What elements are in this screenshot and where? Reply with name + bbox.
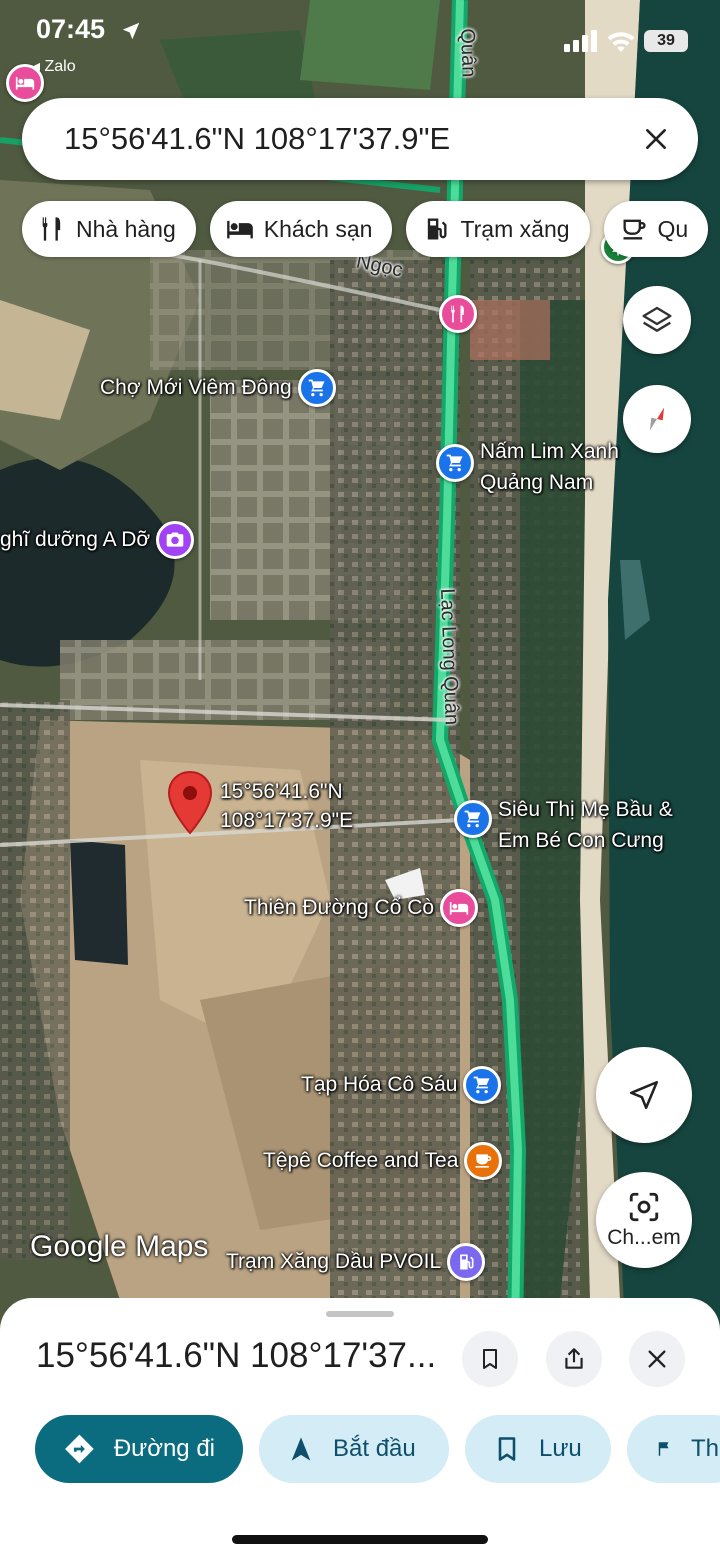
poi-label: Chợ Mới Viêm Đông [100,376,292,399]
back-to-app[interactable]: ◂ Zalo [32,56,76,76]
action-label: Đường đi [113,1435,215,1462]
poi-nghi-duong-a-do[interactable]: ghĩ dưỡng A Dỡ [0,521,195,559]
clear-search-button[interactable] [626,109,686,169]
save-bookmark-button[interactable] [462,1331,518,1387]
home-indicator[interactable] [232,1535,488,1544]
poi-sieu-thi-con-cung[interactable]: Siêu Thị Mẹ Bầu & Em Bé Con Cưng [454,794,673,856]
pin-lat: 15°56'41.6"N [220,780,343,803]
chip-label: Qu [657,215,689,242]
poi-label-line: Siêu Thị Mẹ Bầu & [498,798,673,821]
layers-button[interactable] [623,286,691,354]
compass-button[interactable] [623,385,691,453]
navigation-icon [291,1437,311,1461]
restaurant-icon [439,295,477,333]
search-query[interactable]: 15°56'41.6"N 108°17'37.9"E [64,121,626,157]
camera-icon [156,521,195,559]
poi-label-line: Nấm Lim Xanh [480,440,619,463]
chip-hotels[interactable]: Khách sạn [209,201,393,257]
start-button[interactable]: Bắt đầu [259,1415,449,1483]
share-icon [565,1348,583,1369]
poi-tap-hoa-co-sau[interactable]: Tạp Hóa Cô Sáu [301,1066,502,1104]
action-label: Lưu [539,1435,582,1462]
google-maps-watermark: Google Maps [30,1230,209,1263]
chip-label: Khách sạn [263,215,373,242]
compass-icon [649,407,665,431]
action-label: Bắt đầu [333,1435,416,1462]
save-button[interactable]: Lưu [465,1415,611,1483]
poi-label: Tạp Hóa Cô Sáu [301,1073,458,1096]
map-view[interactable]: Lạc Long Quân Quân Ngọc Chợ Mới Viêm Đôn… [0,0,720,1330]
chip-restaurants[interactable]: Nhà hàng [22,201,196,257]
poi-label: Tệpê Coffee and Tea [263,1149,459,1172]
flag-icon [658,1442,669,1456]
shopping-cart-icon [436,444,474,482]
poi-tepe-coffee[interactable]: Tệpê Coffee and Tea [263,1142,503,1180]
poi-label: Siêu Thị Mẹ Bầu & Em Bé Con Cưng [498,794,673,856]
dropped-pin-label: 15°56'41.6"N 108°17'37.9"E [220,777,353,835]
coffee-icon [623,219,646,240]
poi-label: Nấm Lim Xanh Quảng Nam [480,436,619,498]
poi-label: Trạm Xăng Dầu PVOIL [226,1250,442,1273]
signal-icon [564,30,597,52]
poi-label: Thiên Đường Cổ Cò [244,896,435,919]
back-app-name: Zalo [44,58,76,75]
poi-thien-duong-co-co[interactable]: Thiên Đường Cổ Cò [244,889,479,927]
status-bar: 07:45 ◂ Zalo 39 [0,0,720,75]
wifi-icon [607,32,635,52]
directions-icon [65,1434,94,1464]
place-bottom-sheet[interactable]: 15°56'41.6"N 108°17'37... Đường đi Bắt đ… [0,1298,720,1558]
chip-label: Nhà hàng [76,215,176,242]
hotel-icon [226,220,253,239]
dropped-pin[interactable] [166,770,214,836]
camera-lens-icon [629,1192,659,1222]
shopping-cart-icon [297,369,336,407]
poi-nam-lim-xanh[interactable]: Nấm Lim Xanh Quảng Nam [436,436,619,498]
status-indicators: 39 [564,30,688,52]
poi-label-line: Quảng Nam [480,471,594,494]
coffee-icon [464,1142,503,1180]
bookmark-icon [498,1437,516,1461]
hotel-icon [440,889,479,927]
pin-lng: 108°17'37.9"E [220,809,354,832]
shopping-cart-icon [454,800,492,838]
search-bar[interactable]: 15°56'41.6"N 108°17'37.9"E [22,98,698,180]
poi-tram-xang-pvoil[interactable]: Trạm Xăng Dầu PVOIL [226,1243,486,1281]
status-time: 07:45 [36,14,106,44]
close-icon [646,129,666,149]
flag-button[interactable]: Th [627,1415,720,1483]
poi-label-line: Em Bé Con Cưng [498,829,664,852]
restaurant-icon [42,217,61,241]
restaurant-pin[interactable] [439,295,477,333]
location-arrow-icon [122,22,140,40]
chip-gas-stations[interactable]: Trạm xăng [406,201,590,257]
navigation-arrow-icon [629,1080,659,1110]
lens-button[interactable]: Ch...em [596,1172,692,1268]
action-label: Th [690,1435,719,1462]
battery-indicator: 39 [644,30,688,52]
bookmark-icon [483,1349,497,1369]
chip-cafes[interactable]: Qu [603,201,709,257]
shopping-cart-icon [463,1066,502,1104]
close-icon [648,1350,666,1368]
lens-label: Ch...em [607,1226,681,1249]
category-chips: Nhà hàng Khách sạn Trạm xăng Qu [22,201,709,257]
drag-handle[interactable] [326,1311,394,1317]
close-sheet-button[interactable] [629,1331,685,1387]
action-buttons: Đường đi Bắt đầu Lưu Th [35,1415,720,1483]
layers-icon [642,306,672,332]
poi-cho-moi-viem-dong[interactable]: Chợ Mới Viêm Đông [100,369,336,407]
poi-label: ghĩ dưỡng A Dỡ [0,528,151,551]
place-title: 15°56'41.6"N 108°17'37... [36,1336,437,1375]
road-label-lac-long-quan: Lạc Long Quân [436,588,463,726]
share-button[interactable] [546,1331,602,1387]
chip-label: Trạm xăng [460,215,570,242]
my-location-button[interactable] [596,1047,692,1143]
gas-station-icon [428,218,447,240]
directions-button[interactable]: Đường đi [35,1415,243,1483]
map-marker-icon [167,770,213,835]
gas-station-icon [447,1243,486,1281]
